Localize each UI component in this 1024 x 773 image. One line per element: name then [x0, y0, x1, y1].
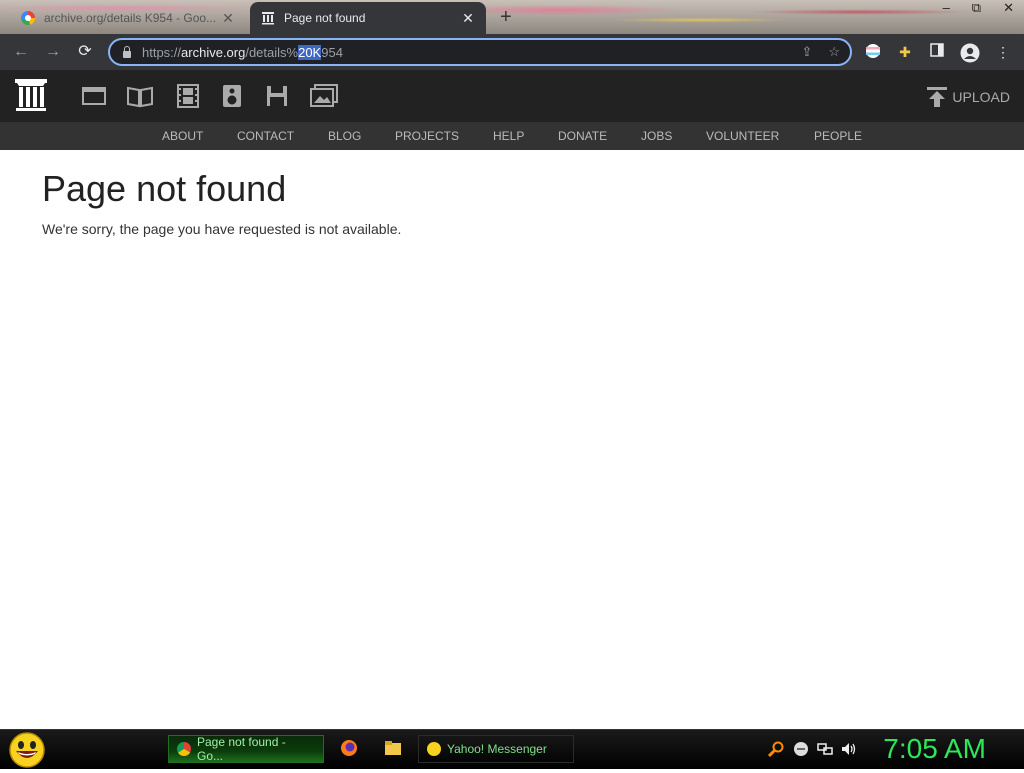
error-message: We're sorry, the page you have requested…	[42, 221, 402, 237]
extensions-puzzle-icon[interactable]: ✚	[896, 43, 914, 61]
back-arrow-icon[interactable]: ←	[10, 41, 32, 63]
minimize-button[interactable]: –	[943, 0, 950, 16]
taskbar-yahoo-messenger[interactable]: Yahoo! Messenger	[418, 735, 574, 763]
task-label: Yahoo! Messenger	[447, 742, 547, 756]
archive-favicon	[260, 10, 276, 26]
task-label: Page not found - Go...	[196, 735, 286, 763]
nav-blog-link[interactable]: BLOG	[328, 129, 361, 143]
browser-toolbar: ← → ⟳ https://archive.org/details%20K954…	[0, 34, 1024, 70]
close-window-button[interactable]: ✕	[1003, 0, 1014, 16]
menu-kebab-icon[interactable]: ⋮	[994, 43, 1012, 61]
bookmark-star-icon[interactable]: ☆	[828, 44, 840, 60]
tab-page-not-found[interactable]: Page not found ✕	[250, 2, 486, 34]
chrome-icon	[177, 742, 191, 756]
forward-arrow-icon[interactable]: →	[42, 41, 64, 63]
audio-icon[interactable]	[222, 84, 246, 108]
archive-header: UPLOAD	[0, 70, 1024, 122]
firefox-icon[interactable]	[340, 739, 358, 757]
browser-tab-strip: archive.org/details K954 - Goo... ✕ Page…	[0, 0, 1024, 34]
images-icon[interactable]	[310, 84, 338, 108]
address-bar[interactable]: https://archive.org/details%20K954 ⇪ ☆	[108, 38, 852, 66]
software-icon[interactable]	[266, 84, 290, 108]
search-icon[interactable]	[767, 741, 784, 758]
start-button-smiley-icon[interactable]	[8, 732, 46, 768]
nav-help-link[interactable]: HELP	[493, 129, 524, 143]
yahoo-messenger-icon	[427, 742, 441, 756]
tab-title: archive.org/details K954 - Goo...	[44, 11, 217, 25]
nav-volunteer-link[interactable]: VOLUNTEER	[706, 129, 779, 143]
google-favicon	[20, 10, 36, 26]
nav-donate-link[interactable]: DONATE	[558, 129, 607, 143]
lock-icon[interactable]	[120, 45, 134, 58]
close-tab-icon[interactable]: ✕	[220, 10, 236, 27]
extension-flag-icon[interactable]	[864, 43, 882, 61]
nav-jobs-link[interactable]: JOBS	[641, 129, 672, 143]
close-tab-icon[interactable]: ✕	[460, 10, 476, 27]
taskbar-chrome-window[interactable]: Page not found - Go...	[168, 735, 324, 763]
upload-label: UPLOAD	[952, 89, 1010, 105]
new-tab-button[interactable]: +	[500, 6, 512, 29]
upload-icon	[927, 87, 948, 107]
url-text[interactable]: https://archive.org/details%20K954	[142, 44, 343, 60]
messenger-status-icon[interactable]	[793, 741, 809, 757]
profile-avatar-icon[interactable]	[960, 43, 980, 63]
tab-title: Page not found	[284, 11, 366, 25]
network-icon[interactable]	[817, 741, 833, 757]
upload-button[interactable]: UPLOAD	[926, 86, 1010, 108]
folder-icon[interactable]	[384, 739, 402, 757]
taskbar-clock[interactable]: 7:05 AM	[883, 733, 986, 765]
windows-taskbar: Page not found - Go... Yahoo! Messenger …	[0, 729, 1024, 769]
tab-google-search[interactable]: archive.org/details K954 - Goo... ✕	[10, 2, 246, 34]
nav-people-link[interactable]: PEOPLE	[814, 129, 862, 143]
archive-logo-icon[interactable]	[14, 78, 48, 114]
video-icon[interactable]	[176, 84, 200, 108]
maximize-button[interactable]: ⧉	[972, 0, 981, 16]
archive-nav-bar: ABOUT CONTACT BLOG PROJECTS HELP DONATE …	[0, 122, 1024, 150]
page-title: Page not found	[42, 168, 287, 209]
nav-projects-link[interactable]: PROJECTS	[395, 129, 459, 143]
texts-icon[interactable]	[126, 84, 154, 108]
side-panel-icon[interactable]	[928, 43, 946, 61]
nav-contact-link[interactable]: CONTACT	[237, 129, 294, 143]
web-icon[interactable]	[82, 84, 106, 108]
reload-icon[interactable]: ⟳	[74, 41, 96, 63]
url-selection: 20K	[298, 44, 322, 60]
nav-about-link[interactable]: ABOUT	[162, 129, 203, 143]
share-icon[interactable]: ⇪	[801, 44, 812, 60]
volume-icon[interactable]	[841, 741, 857, 757]
